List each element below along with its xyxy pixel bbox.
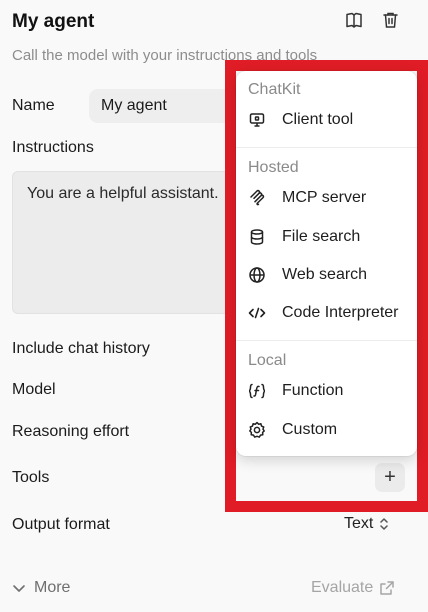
section-heading-local: Local <box>248 352 287 369</box>
instructions-textarea[interactable]: You are a helpful assistant. <box>12 171 238 314</box>
output-format-label: Output format <box>12 516 110 533</box>
menu-item-label: Web search <box>282 266 368 283</box>
more-label: More <box>34 579 71 596</box>
database-icon <box>248 228 266 246</box>
book-icon[interactable] <box>344 10 364 30</box>
instructions-label: Instructions <box>12 139 94 156</box>
client-tool-icon <box>248 111 266 129</box>
chat-history-label: Include chat history <box>12 340 150 357</box>
chevron-down-icon <box>13 585 25 592</box>
menu-item-client-tool[interactable]: Client tool <box>236 102 417 138</box>
name-input[interactable]: My agent <box>89 89 239 123</box>
menu-item-function[interactable]: Function <box>236 373 417 409</box>
model-label: Model <box>12 381 56 398</box>
menu-item-file-search[interactable]: File search <box>236 219 417 255</box>
menu-item-label: Client tool <box>282 111 354 128</box>
menu-divider <box>236 340 417 341</box>
menu-item-code-interpreter[interactable]: Code Interpreter <box>236 295 417 331</box>
mcp-icon <box>248 189 266 207</box>
more-toggle[interactable]: More <box>12 579 70 597</box>
add-tool-menu: ChatKit Client tool Hosted MCP server Fi… <box>236 71 417 456</box>
external-link-icon <box>380 581 395 595</box>
menu-item-label: MCP server <box>282 189 367 206</box>
page-title: My agent <box>12 11 95 32</box>
agent-panel: My agent Call the model with your instru… <box>0 0 428 612</box>
section-heading-chatkit: ChatKit <box>248 81 301 98</box>
menu-divider <box>236 147 417 148</box>
section-heading-hosted: Hosted <box>248 159 299 176</box>
evaluate-link[interactable]: Evaluate <box>311 579 395 597</box>
menu-item-web-search[interactable]: Web search <box>236 257 417 293</box>
tools-label: Tools <box>12 469 50 486</box>
evaluate-label: Evaluate <box>311 579 374 596</box>
reasoning-effort-label: Reasoning effort <box>12 423 130 440</box>
output-format-value: Text <box>344 515 374 532</box>
chevron-updown-icon <box>380 518 389 530</box>
function-icon <box>248 382 266 400</box>
name-label: Name <box>12 97 55 114</box>
menu-item-label: Function <box>282 382 344 399</box>
menu-item-custom[interactable]: Custom <box>236 412 417 448</box>
globe-icon <box>248 266 266 284</box>
menu-item-mcp-server[interactable]: MCP server <box>236 180 417 216</box>
gear-icon <box>248 421 266 439</box>
menu-item-label: File search <box>282 228 361 245</box>
code-icon <box>248 304 266 322</box>
output-format-select[interactable]: Text <box>344 515 391 533</box>
menu-item-label: Custom <box>282 421 338 438</box>
menu-item-label: Code Interpreter <box>282 304 399 321</box>
trash-icon[interactable] <box>380 10 400 30</box>
